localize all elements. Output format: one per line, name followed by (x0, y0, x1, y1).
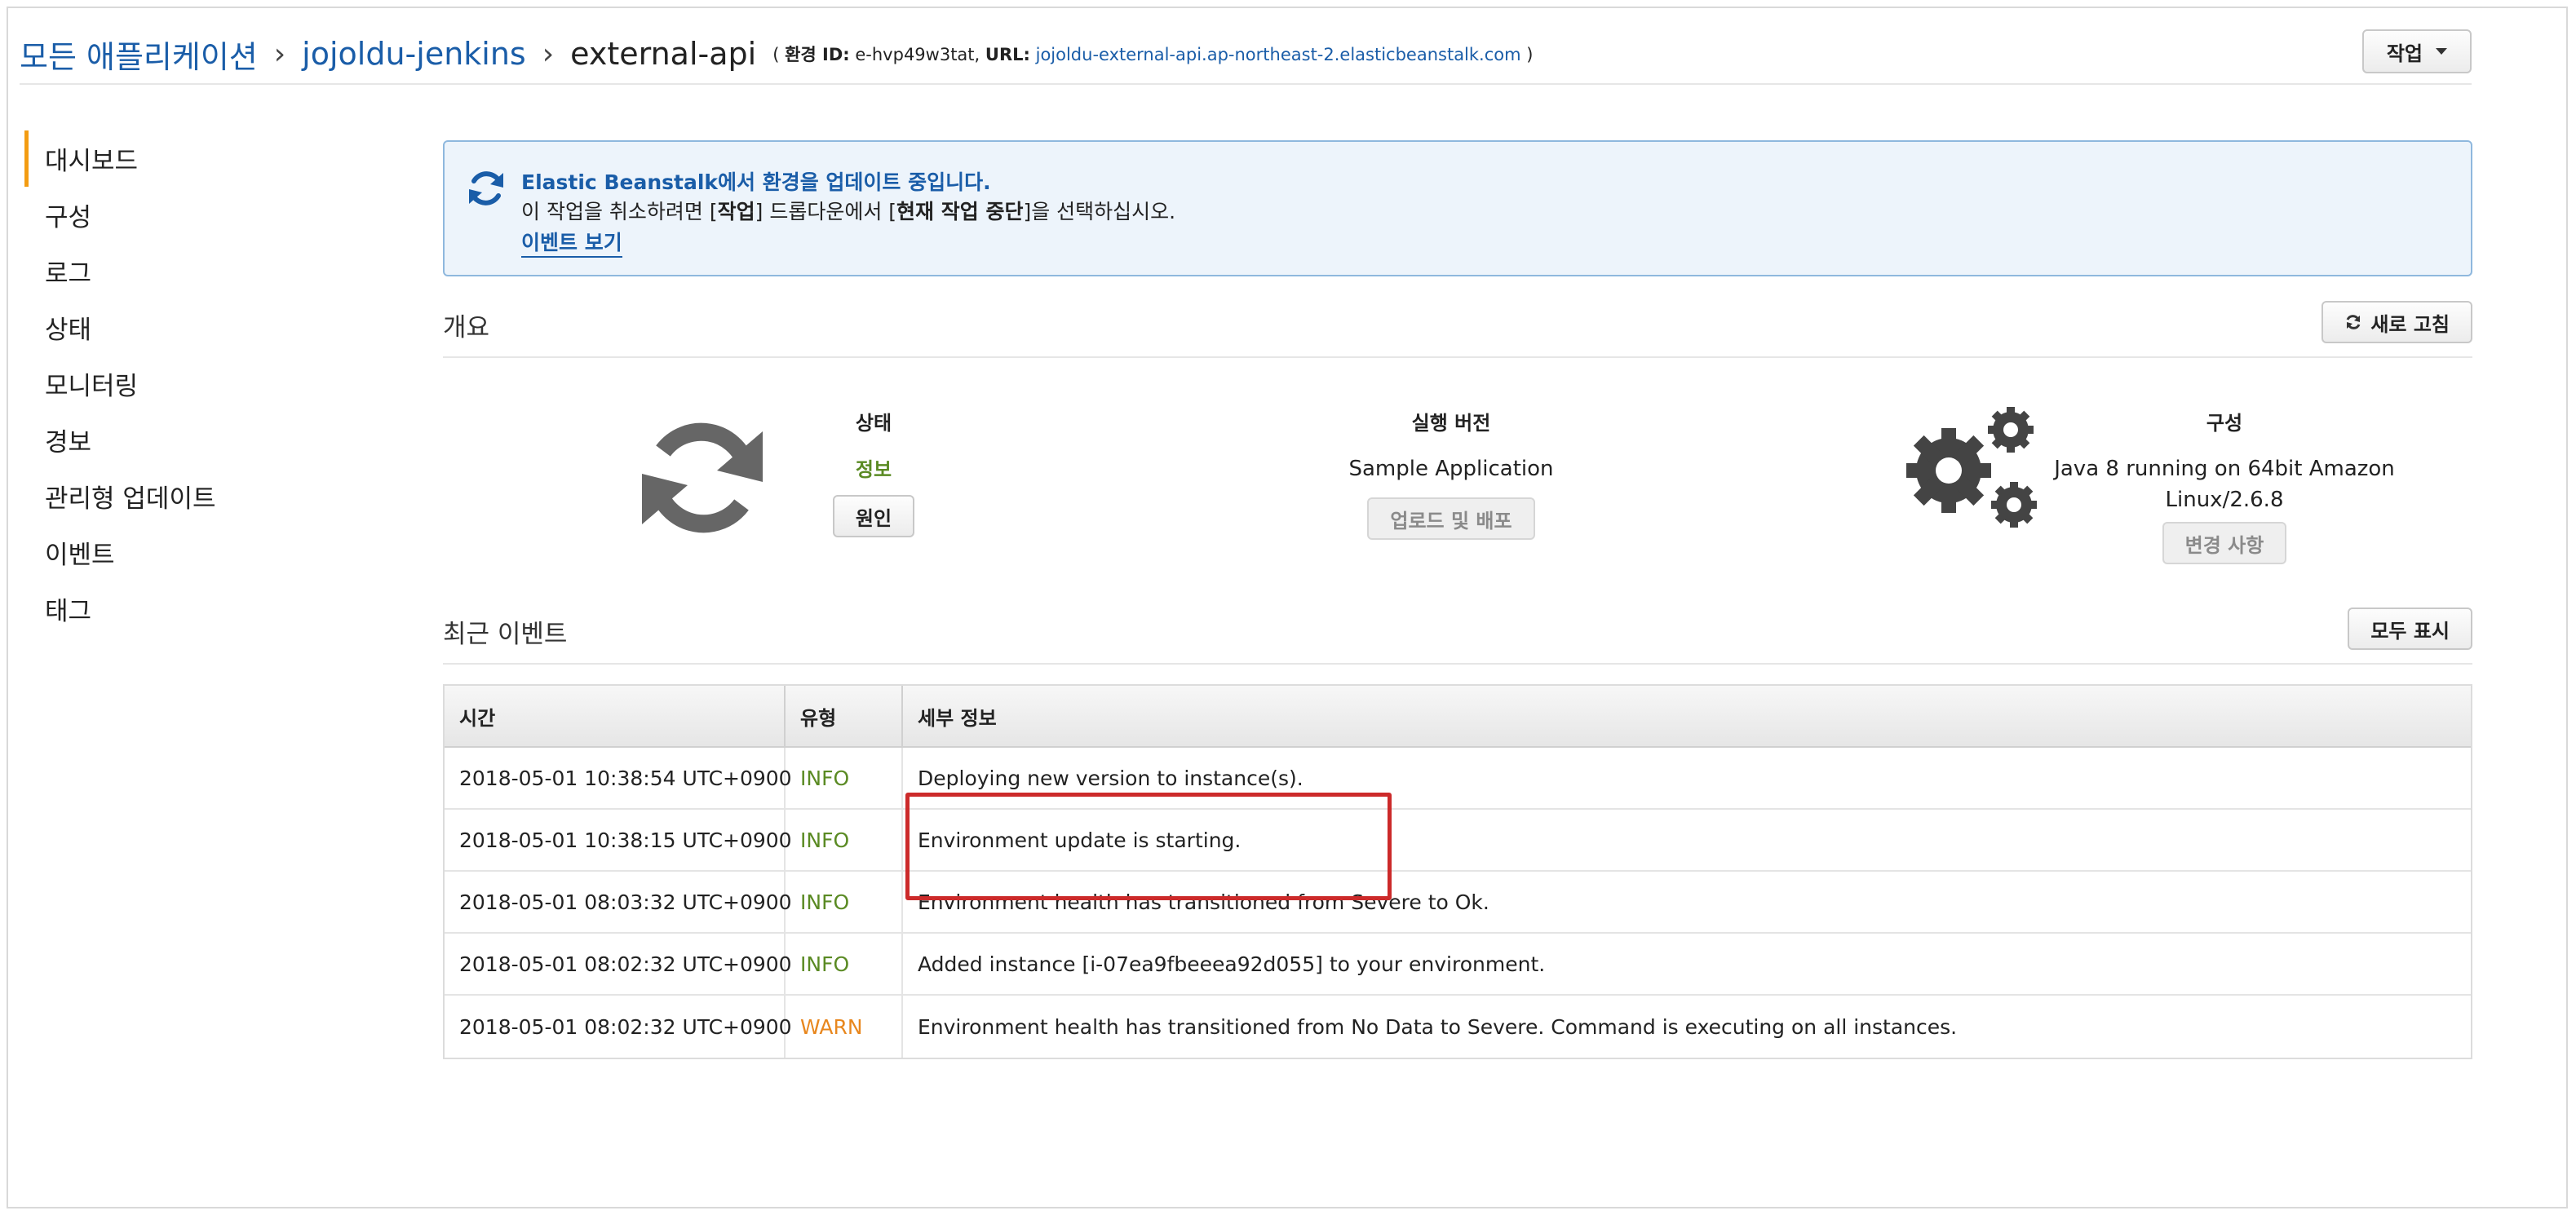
events-title: 최근 이벤트 (443, 620, 568, 649)
sidebar-item-label: 이벤트 (45, 541, 115, 570)
sidebar-item-label: 상태 (45, 316, 92, 345)
event-type: INFO (786, 810, 903, 870)
update-alert: Elastic Beanstalk에서 환경을 업데이트 중입니다. 이 작업을… (443, 140, 2472, 276)
gears-icon (1906, 407, 2037, 528)
version-label: 실행 버전 (1411, 412, 1491, 435)
alert-body-bold: 현재 작업 중단 (896, 200, 1024, 223)
events-header: 최근 이벤트 모두 표시 (443, 603, 2472, 665)
annotation-highlight-box (905, 793, 1392, 900)
event-time: 2018-05-01 08:02:32 UTC+0900 (445, 996, 792, 1058)
status-column: 상태 정보 원인 (792, 407, 955, 537)
sidebar-item-tags[interactable]: 태그 (24, 581, 351, 637)
alert-body: 이 작업을 취소하려면 [작업] 드롭다운에서 [현재 작업 중단]을 선택하십… (521, 196, 1175, 225)
event-detail: Added instance [i-07ea9fbeeea92d055] to … (918, 952, 1546, 976)
event-time: 2018-05-01 10:38:54 UTC+0900 (445, 748, 792, 808)
sidebar-item-label: 태그 (45, 597, 92, 626)
overview-panel: 상태 정보 원인 실행 버전 Sample Application 업로드 및 … (443, 358, 2472, 603)
caret-down-icon (2436, 48, 2447, 55)
url-label: URL: (985, 45, 1030, 64)
sidebar-item-dashboard[interactable]: 대시보드 (24, 130, 351, 187)
env-meta-close: ) (1526, 45, 1534, 64)
event-type: WARN (786, 996, 903, 1058)
sidebar-item-alarms[interactable]: 경보 (24, 412, 351, 468)
alert-title: Elastic Beanstalk에서 환경을 업데이트 중입니다. (521, 170, 991, 194)
show-all-button[interactable]: 모두 표시 (2348, 608, 2472, 650)
column-header-detail[interactable]: 세부 정보 (903, 686, 2471, 746)
column-header-time[interactable]: 시간 (445, 686, 786, 746)
sidebar-item-managed-updates[interactable]: 관리형 업데이트 (24, 468, 351, 524)
config-value-line: Linux/2.6.8 (2165, 488, 2284, 512)
column-header-type[interactable]: 유형 (786, 686, 903, 746)
version-column: 실행 버전 Sample Application 업로드 및 배포 (1288, 407, 1614, 540)
event-type: INFO (786, 934, 903, 994)
event-detail: Environment health has transitioned from… (918, 1014, 1958, 1039)
event-type: INFO (786, 872, 903, 932)
actions-button-label: 작업 (2386, 42, 2423, 65)
config-value-line: Java 8 running on 64bit Amazon (2054, 457, 2395, 481)
breadcrumb-separator: › (542, 37, 555, 71)
sidebar-item-health[interactable]: 상태 (24, 299, 351, 356)
event-type: INFO (786, 748, 903, 808)
alert-body-text: ]을 선택하십시오. (1023, 200, 1176, 223)
upload-deploy-button[interactable]: 업로드 및 배포 (1367, 497, 1535, 540)
config-column: 구성 Java 8 running on 64bit Amazon Linux/… (2053, 407, 2396, 564)
event-time: 2018-05-01 08:03:32 UTC+0900 (445, 872, 792, 932)
overview-title: 개요 (443, 313, 490, 342)
alert-body-bold: 작업 (717, 200, 755, 223)
header-divider (20, 83, 2472, 85)
version-value: Sample Application (1348, 457, 1554, 481)
breadcrumb: 모든 애플리케이션 › jojoldu-jenkins › external-a… (20, 24, 2472, 83)
main-content: Elastic Beanstalk에서 환경을 업데이트 중입니다. 이 작업을… (443, 140, 2472, 1059)
status-value: 정보 (855, 458, 892, 481)
event-time: 2018-05-01 08:02:32 UTC+0900 (445, 934, 792, 994)
table-row: 2018-05-01 08:02:32 UTC+0900 INFO Added … (445, 934, 2471, 996)
sidebar-item-label: 구성 (45, 203, 92, 232)
config-value: Java 8 running on 64bit Amazon Linux/2.6… (2053, 453, 2396, 515)
breadcrumb-app[interactable]: jojoldu-jenkins (302, 36, 526, 72)
sidebar-item-label: 대시보드 (45, 147, 139, 176)
refresh-button-label: 새로 고침 (2370, 312, 2450, 336)
breadcrumb-env: external-api (570, 36, 757, 72)
breadcrumb-separator: › (273, 37, 286, 71)
env-id: e-hvp49w3tat, (855, 45, 980, 64)
env-meta: ( 환경 ID: e-hvp49w3tat, URL: jojoldu-exte… (772, 42, 1533, 66)
sidebar: 대시보드 구성 로그 상태 모니터링 경보 관리형 업데이트 이벤트 태그 (24, 130, 351, 637)
env-id-label: 환경 ID: (785, 45, 850, 64)
view-events-link[interactable]: 이벤트 보기 (521, 227, 622, 258)
table-row: 2018-05-01 08:03:32 UTC+0900 INFO Enviro… (445, 872, 2471, 934)
alert-body-text: 이 작업을 취소하려면 [ (521, 200, 718, 223)
sidebar-item-label: 경보 (45, 428, 92, 457)
table-row: 2018-05-01 10:38:54 UTC+0900 INFO Deploy… (445, 748, 2471, 810)
env-url-link[interactable]: jojoldu-external-api.ap-northeast-2.elas… (1036, 45, 1521, 64)
refresh-icon (2346, 315, 2361, 329)
alert-body-text: ] 드롭다운에서 [ (755, 200, 897, 223)
env-meta-open: ( (772, 45, 780, 64)
refresh-icon (469, 171, 503, 205)
refresh-large-icon (642, 422, 763, 533)
table-header: 시간 유형 세부 정보 (445, 686, 2471, 748)
sidebar-item-logs[interactable]: 로그 (24, 243, 351, 299)
sidebar-item-monitoring[interactable]: 모니터링 (24, 356, 351, 412)
view-changes-button[interactable]: 변경 사항 (2162, 522, 2287, 564)
sidebar-item-events[interactable]: 이벤트 (24, 524, 351, 581)
refresh-button[interactable]: 새로 고침 (2321, 301, 2472, 343)
table-row: 2018-05-01 08:02:32 UTC+0900 WARN Enviro… (445, 996, 2471, 1058)
table-row: 2018-05-01 10:38:15 UTC+0900 INFO Enviro… (445, 810, 2471, 872)
actions-button[interactable]: 작업 (2361, 29, 2472, 73)
status-label: 상태 (855, 412, 892, 435)
sidebar-item-label: 모니터링 (45, 372, 139, 401)
breadcrumb-all-apps[interactable]: 모든 애플리케이션 (20, 32, 258, 77)
config-label: 구성 (2206, 412, 2243, 435)
causes-button[interactable]: 원인 (832, 495, 915, 537)
sidebar-item-label: 관리형 업데이트 (45, 484, 216, 514)
event-time: 2018-05-01 10:38:15 UTC+0900 (445, 810, 792, 870)
sidebar-item-label: 로그 (45, 259, 92, 289)
overview-header: 개요 새로 고침 (443, 296, 2472, 358)
events-table: 시간 유형 세부 정보 2018-05-01 10:38:54 UTC+0900… (443, 684, 2472, 1059)
sidebar-item-configuration[interactable]: 구성 (24, 187, 351, 243)
